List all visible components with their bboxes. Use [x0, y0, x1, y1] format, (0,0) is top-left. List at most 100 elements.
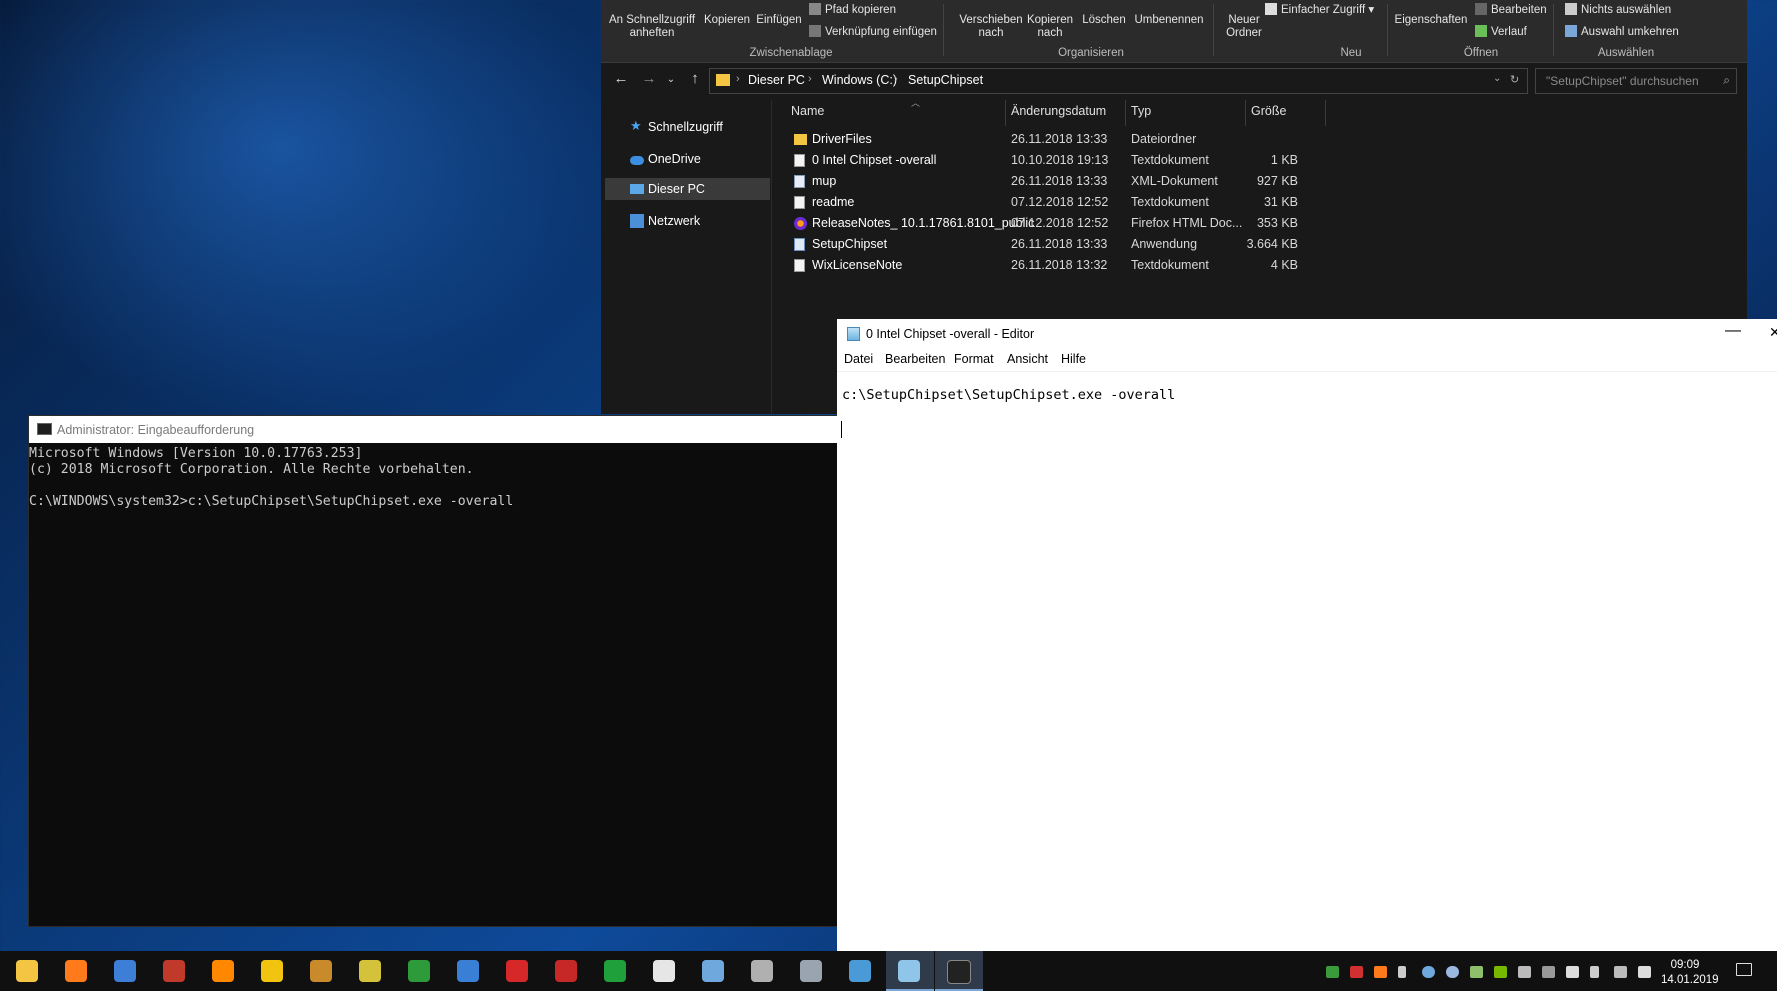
taskbar-app-button[interactable] — [690, 951, 738, 991]
taskbar-app-button[interactable] — [788, 951, 836, 991]
column-divider[interactable] — [1245, 100, 1246, 126]
menu-file[interactable]: Datei — [844, 352, 873, 366]
tray-pen-icon[interactable] — [1542, 966, 1555, 978]
refresh-icon[interactable]: ↻ — [1510, 73, 1519, 86]
taskbar-app-button[interactable] — [347, 951, 395, 991]
copy-to-button[interactable]: Kopieren nach — [1023, 14, 1077, 40]
nav-item-quick-access[interactable]: ★ Schnellzugriff — [605, 116, 770, 138]
tray-nvidia-icon[interactable] — [1494, 966, 1507, 978]
tray-update-icon[interactable] — [1446, 966, 1459, 978]
menu-edit[interactable]: Bearbeiten — [885, 352, 945, 366]
taskbar-app-button[interactable] — [494, 951, 542, 991]
file-row[interactable]: mup 26.11.2018 13:33 XML-Dokument 927 KB — [781, 171, 1381, 192]
menu-help[interactable]: Hilfe — [1061, 352, 1086, 366]
tray-usb-icon[interactable] — [1590, 966, 1599, 978]
nav-item-onedrive[interactable]: OneDrive — [605, 148, 770, 170]
taskbar-app-button[interactable] — [4, 951, 52, 991]
tray-security-icon[interactable] — [1470, 966, 1483, 978]
tray-green-icon[interactable] — [1326, 966, 1339, 978]
taskbar-app-button[interactable] — [445, 951, 493, 991]
search-input[interactable]: "SetupChipset" durchsuchen ⌕ — [1535, 68, 1737, 94]
column-header-date[interactable]: Änderungsdatum — [1011, 104, 1106, 124]
notepad-title-bar[interactable]: 0 Intel Chipset -overall - Editor — ✕ — [837, 319, 1777, 349]
paste-shortcut-button[interactable]: Verknüpfung einfügen — [809, 25, 937, 39]
paste-button[interactable]: Einfügen — [753, 14, 805, 27]
tray-sync-icon[interactable] — [1422, 966, 1435, 978]
history-button[interactable]: Verlauf — [1475, 25, 1527, 39]
column-header-type[interactable]: Typ — [1131, 104, 1151, 124]
menu-format[interactable]: Format — [954, 352, 994, 366]
edit-button[interactable]: Bearbeiten — [1475, 3, 1547, 17]
file-row[interactable]: SetupChipset 26.11.2018 13:33 Anwendung … — [781, 234, 1381, 255]
file-name: SetupChipset — [812, 237, 888, 251]
command-prompt-window[interactable]: Administrator: Eingabeaufforderung Micro… — [28, 415, 842, 927]
notepad-text-area[interactable]: c:\SetupChipset\SetupChipset.exe -overal… — [842, 387, 1175, 403]
taskbar-app-button[interactable] — [396, 951, 444, 991]
taskbar-app-button[interactable] — [102, 951, 150, 991]
taskbar-app-button[interactable] — [886, 951, 934, 991]
action-center-icon[interactable] — [1736, 963, 1752, 976]
taskbar-app-button[interactable] — [739, 951, 787, 991]
file-name: DriverFiles — [812, 132, 872, 146]
column-divider[interactable] — [1005, 100, 1006, 126]
taskbar-clock[interactable]: 09:09 14.01.2019 — [1661, 958, 1719, 988]
rename-button[interactable]: Umbenennen — [1131, 14, 1207, 27]
navigation-pane: ★ Schnellzugriff OneDrive Dieser PC Netz… — [601, 100, 772, 414]
minimize-icon[interactable]: — — [1725, 322, 1741, 340]
taskbar-app-button[interactable] — [935, 951, 983, 991]
cmd-output[interactable]: Microsoft Windows [Version 10.0.17763.25… — [29, 446, 513, 510]
properties-button[interactable]: Eigenschaften — [1393, 14, 1469, 27]
nav-item-network[interactable]: Netzwerk — [605, 210, 770, 232]
file-row[interactable]: WixLicenseNote 26.11.2018 13:32 Textdoku… — [781, 255, 1381, 276]
tray-avast-icon[interactable] — [1374, 966, 1387, 978]
close-icon[interactable]: ✕ — [1769, 324, 1777, 341]
taskbar-app-button[interactable] — [837, 951, 885, 991]
column-divider[interactable] — [1125, 100, 1126, 126]
tray-shield-icon[interactable] — [1566, 966, 1579, 978]
move-to-button[interactable]: Verschieben nach — [959, 14, 1023, 40]
menu-view[interactable]: Ansicht — [1007, 352, 1048, 366]
taskbar-app-button[interactable] — [200, 951, 248, 991]
volume-icon[interactable] — [1638, 966, 1651, 978]
file-row[interactable]: DriverFiles 26.11.2018 13:33 Dateiordner — [781, 129, 1381, 150]
column-header-name[interactable]: Name — [791, 104, 824, 124]
tray-speaker-icon[interactable] — [1518, 966, 1531, 978]
address-field[interactable]: › Dieser PC › Windows (C:) › SetupChipse… — [709, 68, 1528, 94]
chevron-down-icon[interactable]: ⌄ — [1493, 73, 1501, 84]
taskbar-app-button[interactable] — [53, 951, 101, 991]
column-header-size[interactable]: Größe — [1251, 104, 1286, 124]
breadcrumb-setupchipset[interactable]: SetupChipset — [908, 73, 983, 87]
taskbar-app-button[interactable] — [249, 951, 297, 991]
device-manager-icon — [800, 960, 822, 982]
tray-device-icon[interactable] — [1398, 966, 1406, 978]
select-none-button[interactable]: Nichts auswählen — [1565, 3, 1671, 17]
recent-locations-icon[interactable]: ⌄ — [661, 74, 681, 85]
taskbar-app-button[interactable] — [592, 951, 640, 991]
copy-path-button[interactable]: Pfad kopieren — [809, 3, 896, 17]
cmd-title-bar[interactable]: Administrator: Eingabeaufforderung — [29, 416, 841, 443]
file-row[interactable]: ReleaseNotes_ 10.1.17861.8101_public 07.… — [781, 213, 1381, 234]
forward-arrow-icon[interactable]: → — [639, 70, 659, 87]
breadcrumb-dieser-pc[interactable]: Dieser PC — [748, 73, 805, 87]
open-group-label: Öffnen — [1463, 47, 1499, 59]
taskbar-app-button[interactable] — [543, 951, 591, 991]
nav-item-this-pc[interactable]: Dieser PC — [605, 178, 770, 200]
delete-button[interactable]: Löschen — [1079, 14, 1129, 27]
file-row[interactable]: readme 07.12.2018 12:52 Textdokument 31 … — [781, 192, 1381, 213]
invert-selection-button[interactable]: Auswahl umkehren — [1565, 25, 1679, 39]
taskbar-app-button[interactable] — [151, 951, 199, 991]
easy-access-button[interactable]: Einfacher Zugriff ▾ — [1265, 3, 1374, 17]
copy-button[interactable]: Kopieren — [701, 14, 753, 27]
file-row[interactable]: 0 Intel Chipset -overall 10.10.2018 19:1… — [781, 150, 1381, 171]
tray-monitor-icon[interactable] — [1350, 966, 1363, 978]
back-arrow-icon[interactable]: ← — [611, 70, 631, 87]
column-divider[interactable] — [1325, 100, 1326, 126]
new-folder-button[interactable]: Neuer Ordner — [1219, 14, 1269, 40]
taskbar-app-button[interactable] — [298, 951, 346, 991]
taskbar-app-button[interactable] — [641, 951, 689, 991]
breadcrumb-windows-c[interactable]: Windows (C:) — [822, 73, 897, 87]
cmd-icon — [947, 960, 971, 984]
up-arrow-icon[interactable]: ↑ — [685, 70, 705, 87]
tray-network-icon[interactable] — [1614, 966, 1627, 978]
pin-quick-access-button[interactable]: An Schnellzugriff anheften — [603, 14, 701, 40]
